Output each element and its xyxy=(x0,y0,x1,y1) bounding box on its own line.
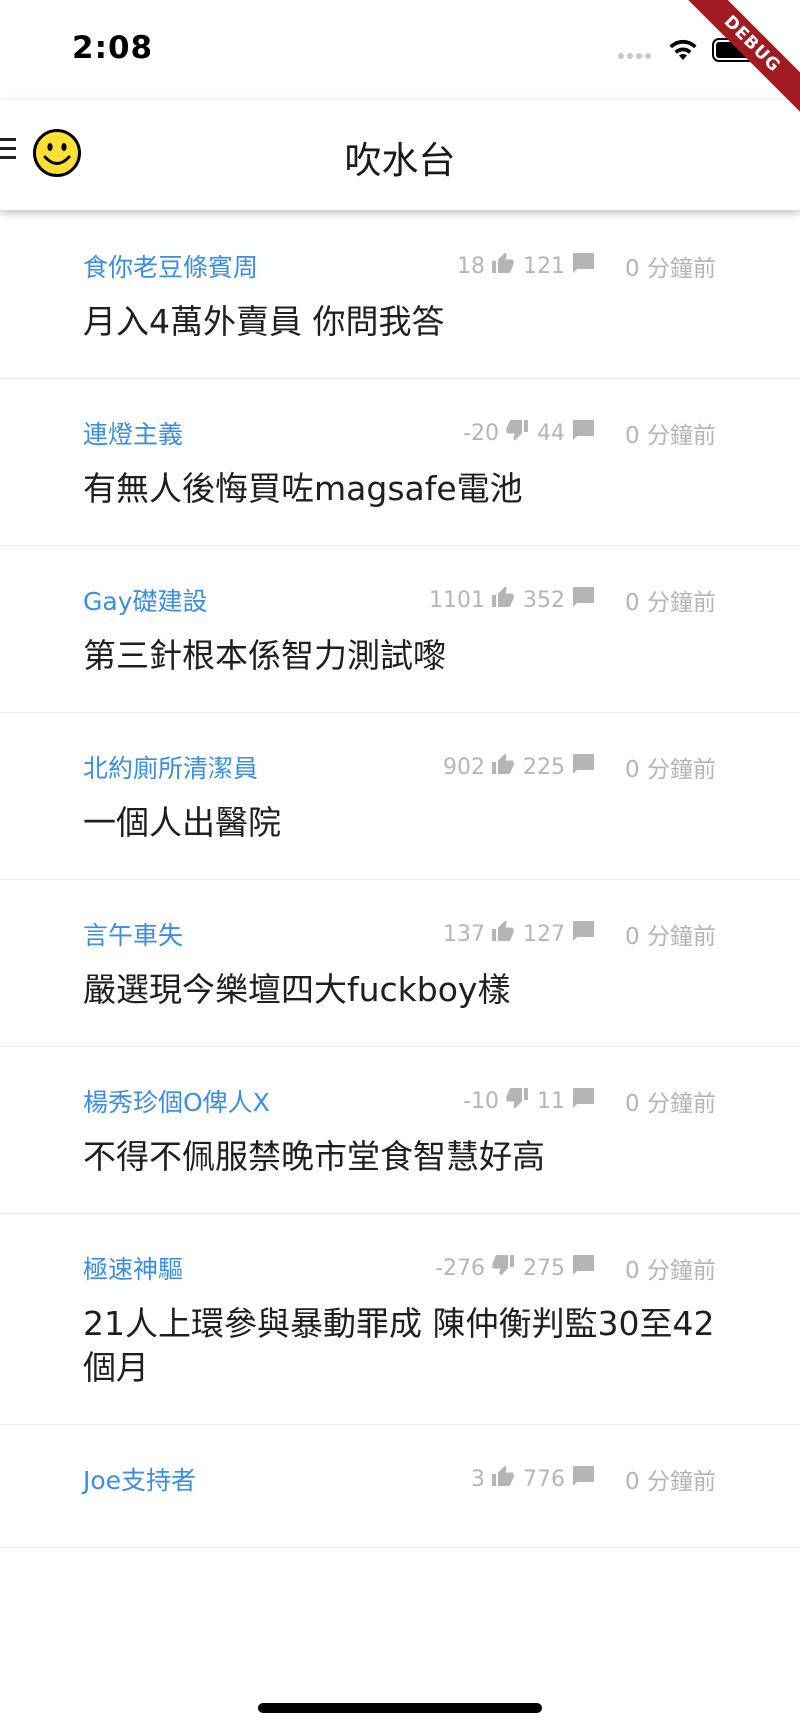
comment-icon xyxy=(571,920,595,948)
post-time: 0 分鐘前 xyxy=(625,1469,716,1495)
post-title: 不得不佩服禁晚市堂食智慧好高 xyxy=(83,1137,545,1176)
post-author[interactable]: 楊秀珍個O俾人X xyxy=(83,1083,270,1119)
post-comment-count: 225 xyxy=(523,754,566,780)
post-comment-count: 44 xyxy=(537,420,566,446)
post-score: 137 xyxy=(443,921,486,947)
post-title: 第三針根本係智力測試嚟 xyxy=(83,636,446,675)
comment-icon xyxy=(571,419,595,447)
post-comment-count: 127 xyxy=(523,921,566,947)
comment-icon xyxy=(571,753,595,781)
post-stats: -10 11 0 分鐘前 xyxy=(463,1081,716,1121)
post-score: -10 xyxy=(463,1088,500,1114)
post-author[interactable]: 極速神驅 xyxy=(83,1250,183,1286)
post-comment-count: 352 xyxy=(523,587,566,613)
thumbs-down-icon xyxy=(505,1087,529,1115)
battery-icon xyxy=(712,38,762,62)
status-bar: 2:08 xyxy=(0,0,800,100)
post-title: 嚴選現今樂壇四大fuckboy樣 xyxy=(83,970,511,1009)
post-meta: 極速神驅 -276 275 0 分鐘前 xyxy=(83,1248,716,1288)
post-title: 一個人出醫院 xyxy=(83,803,281,842)
post-stats: 3 776 0 分鐘前 xyxy=(471,1459,716,1499)
comment-icon xyxy=(571,1254,595,1282)
thumbs-up-icon xyxy=(491,252,515,280)
post-comment-count: 776 xyxy=(523,1466,566,1492)
post-stats: 137 127 0 分鐘前 xyxy=(443,914,716,954)
list-item[interactable]: 食你老豆條賓周 18 121 0 分鐘前月入4萬外賣員 你問我答 xyxy=(0,210,800,379)
post-author[interactable]: 食你老豆條賓周 xyxy=(83,248,258,284)
post-meta: Gay礎建設 1101 352 0 分鐘前 xyxy=(83,580,716,620)
post-score: 1101 xyxy=(429,587,486,613)
post-meta: Joe支持者 3 776 0 分鐘前 xyxy=(83,1459,716,1499)
post-time: 0 分鐘前 xyxy=(625,924,716,950)
list-item[interactable]: 連燈主義 -20 44 0 分鐘前有無人後悔買咗magsafe電池 xyxy=(0,379,800,546)
post-stats: 18 121 0 分鐘前 xyxy=(457,246,716,286)
thumbs-up-icon xyxy=(491,753,515,781)
list-item[interactable]: Joe支持者 3 776 0 分鐘前 xyxy=(0,1425,800,1548)
post-score: 3 xyxy=(471,1466,486,1492)
post-comment-count: 121 xyxy=(523,253,566,279)
post-author[interactable]: 言午車失 xyxy=(83,916,183,952)
post-stats: -20 44 0 分鐘前 xyxy=(463,413,716,453)
cellular-signal-icon xyxy=(618,53,651,59)
post-title: 21人上環參與暴動罪成 陳仲衡判監30至42個月 xyxy=(83,1304,715,1387)
post-time: 0 分鐘前 xyxy=(625,1091,716,1117)
thumbs-up-icon xyxy=(491,586,515,614)
post-meta: 北約廁所清潔員 902 225 0 分鐘前 xyxy=(83,747,716,787)
list-item[interactable]: Gay礎建設 1101 352 0 分鐘前第三針根本係智力測試嚟 xyxy=(0,546,800,713)
thumbs-down-icon xyxy=(491,1254,515,1282)
comment-icon xyxy=(571,1087,595,1115)
comment-icon xyxy=(571,1465,595,1493)
comment-icon xyxy=(571,252,595,280)
post-score: -276 xyxy=(435,1255,486,1281)
post-meta: 言午車失 137 127 0 分鐘前 xyxy=(83,914,716,954)
post-score: -20 xyxy=(463,420,500,446)
post-author[interactable]: 連燈主義 xyxy=(83,415,183,451)
list-item[interactable]: 言午車失 137 127 0 分鐘前嚴選現今樂壇四大fuckboy樣 xyxy=(0,880,800,1047)
post-meta: 連燈主義 -20 44 0 分鐘前 xyxy=(83,413,716,453)
page-title: 吹水台 xyxy=(344,139,456,182)
thumbs-down-icon xyxy=(505,419,529,447)
post-author[interactable]: Gay礎建設 xyxy=(83,582,208,618)
post-meta: 楊秀珍個O俾人X -10 11 0 分鐘前 xyxy=(83,1081,716,1121)
post-time: 0 分鐘前 xyxy=(625,1258,716,1284)
post-title: 月入4萬外賣員 你問我答 xyxy=(83,302,445,341)
post-stats: 1101 352 0 分鐘前 xyxy=(429,580,716,620)
comment-icon xyxy=(571,586,595,614)
post-comment-count: 11 xyxy=(537,1088,566,1114)
post-score: 902 xyxy=(443,754,486,780)
post-list: 食你老豆條賓周 18 121 0 分鐘前 月入4萬外賣員 你問我答 連燈主義 -20 44 0 … xyxy=(0,210,800,1548)
thumbs-up-icon xyxy=(491,1465,515,1493)
post-time: 0 分鐘前 xyxy=(625,256,716,282)
post-time: 0 分鐘前 xyxy=(625,590,716,616)
post-stats: -276 275 0 分鐘前 xyxy=(435,1248,716,1288)
wifi-icon xyxy=(669,39,697,60)
post-author[interactable]: Joe支持者 xyxy=(83,1461,196,1497)
post-title: 有無人後悔買咗magsafe電池 xyxy=(83,469,523,508)
post-meta: 食你老豆條賓周 18 121 0 分鐘前 xyxy=(83,246,716,286)
thumbs-up-icon xyxy=(491,920,515,948)
list-item[interactable]: 楊秀珍個O俾人X -10 11 0 分鐘前不得不佩服禁晚市堂食智慧好高 xyxy=(0,1047,800,1214)
post-author[interactable]: 北約廁所清潔員 xyxy=(83,749,258,785)
post-time: 0 分鐘前 xyxy=(625,423,716,449)
app-bar: 吹水台 xyxy=(0,100,800,210)
list-item[interactable]: 北約廁所清潔員 902 225 0 分鐘前一個人出醫院 xyxy=(0,713,800,880)
post-time: 0 分鐘前 xyxy=(625,757,716,783)
post-comment-count: 275 xyxy=(523,1255,566,1281)
status-time: 2:08 xyxy=(72,30,154,66)
list-item[interactable]: 極速神驅 -276 275 0 分鐘前 21人上環參與暴動罪成 陳仲衡判監30至42個月 xyxy=(0,1214,800,1425)
post-score: 18 xyxy=(457,253,486,279)
home-indicator[interactable] xyxy=(258,1703,542,1713)
post-stats: 902 225 0 分鐘前 xyxy=(443,747,716,787)
